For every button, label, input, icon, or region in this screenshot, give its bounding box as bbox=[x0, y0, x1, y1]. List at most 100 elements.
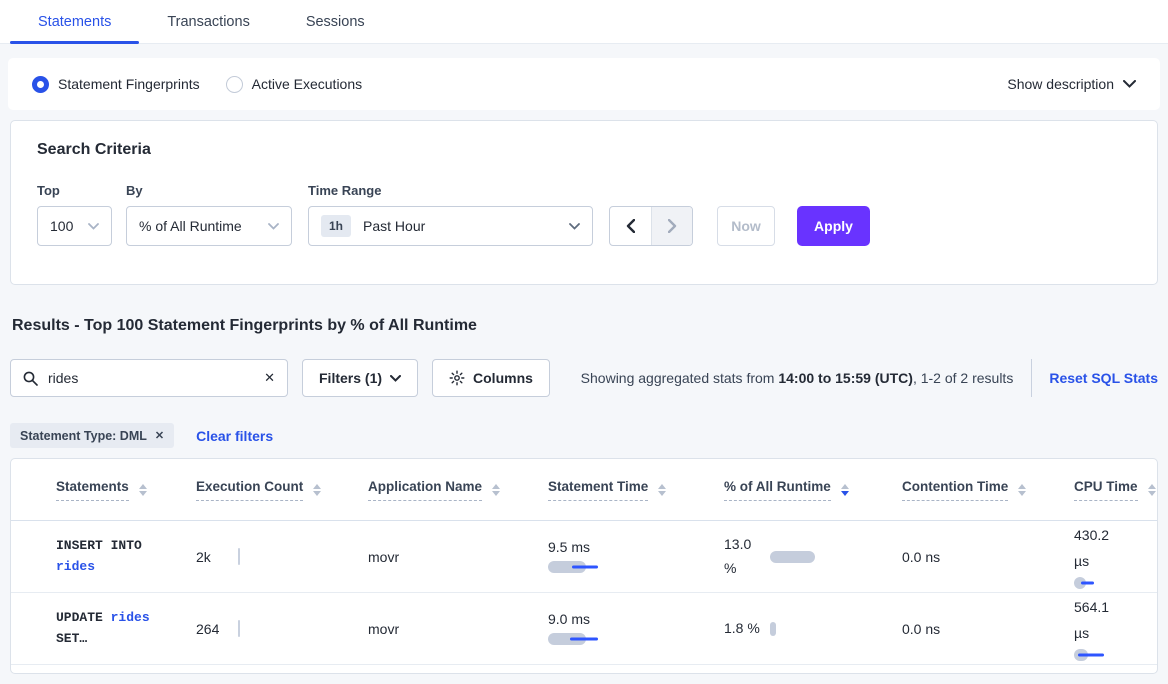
time-range-label: Time Range bbox=[308, 183, 593, 198]
statements-table: Statements Execution Count Application N… bbox=[10, 458, 1158, 674]
aggregated-stats-note: Showing aggregated stats from 14:00 to 1… bbox=[581, 359, 1014, 397]
statement-link[interactable]: rides bbox=[111, 610, 150, 625]
top-select[interactable]: 100 bbox=[37, 206, 112, 246]
chevron-down-icon bbox=[569, 223, 580, 230]
application-name-cell: movr bbox=[368, 549, 548, 565]
column-header-application-name[interactable]: Application Name bbox=[368, 479, 548, 501]
sort-icon[interactable] bbox=[1018, 484, 1026, 496]
time-range-value: Past Hour bbox=[363, 218, 425, 234]
top-select-value: 100 bbox=[50, 218, 73, 234]
by-select-value: % of All Runtime bbox=[139, 218, 242, 234]
cpu-time-bar bbox=[1074, 576, 1118, 590]
chevron-down-icon bbox=[268, 223, 279, 230]
column-header-execution-count[interactable]: Execution Count bbox=[196, 479, 368, 501]
tab-statements[interactable]: Statements bbox=[10, 0, 139, 43]
table-row: INSERT INTO rides 2k movr 9.5 ms 13.0 % bbox=[11, 521, 1157, 593]
pct-runtime-bar bbox=[770, 550, 820, 564]
filters-label: Filters (1) bbox=[319, 370, 382, 386]
time-window-stepper bbox=[609, 206, 693, 246]
filter-chip-statement-type[interactable]: Statement Type: DML ✕ bbox=[10, 423, 174, 448]
statement-time-cell: 9.0 ms bbox=[548, 611, 724, 646]
radio-statement-fingerprints[interactable]: Statement Fingerprints bbox=[32, 76, 200, 93]
cpu-time-bar bbox=[1074, 648, 1118, 662]
column-header-statement-time[interactable]: Statement Time bbox=[548, 479, 724, 501]
previous-time-window-button[interactable] bbox=[610, 207, 651, 245]
statement-search-box[interactable]: ✕ bbox=[10, 359, 288, 397]
radio-unselected-icon bbox=[226, 76, 243, 93]
column-header-statements[interactable]: Statements bbox=[56, 479, 196, 501]
column-header-contention-time[interactable]: Contention Time bbox=[902, 479, 1074, 501]
show-description-toggle[interactable]: Show description bbox=[1007, 76, 1136, 92]
sql-activity-tabbar: Statements Transactions Sessions bbox=[0, 0, 1168, 44]
radio-active-executions[interactable]: Active Executions bbox=[226, 76, 363, 93]
application-name-cell: movr bbox=[368, 621, 548, 637]
filter-chip-label: Statement Type: DML bbox=[20, 429, 147, 443]
top-label: Top bbox=[37, 183, 112, 198]
apply-button[interactable]: Apply bbox=[797, 206, 870, 246]
chevron-down-icon bbox=[1123, 80, 1136, 88]
top-field: Top 100 bbox=[37, 183, 112, 246]
results-heading: Results - Top 100 Statement Fingerprints… bbox=[12, 317, 1168, 335]
radio-label: Statement Fingerprints bbox=[58, 76, 200, 92]
execution-count-cell: 264 bbox=[196, 621, 368, 637]
sort-icon[interactable] bbox=[139, 484, 147, 496]
statements-page: Statements Transactions Sessions Stateme… bbox=[0, 0, 1168, 684]
by-select[interactable]: % of All Runtime bbox=[126, 206, 292, 246]
chevron-down-icon bbox=[88, 223, 99, 230]
clear-search-icon[interactable]: ✕ bbox=[264, 370, 275, 386]
statement-fingerprint-cell: INSERT INTO rides bbox=[56, 536, 196, 576]
column-header-cpu-time[interactable]: CPU Time bbox=[1074, 479, 1157, 501]
cpu-time-cell: 564.1 µs bbox=[1074, 595, 1157, 663]
sort-icon-active-desc[interactable] bbox=[841, 484, 849, 496]
statement-link[interactable]: rides bbox=[56, 559, 95, 574]
clear-filters-link[interactable]: Clear filters bbox=[196, 428, 273, 444]
by-field: By % of All Runtime bbox=[112, 183, 292, 246]
columns-label: Columns bbox=[473, 370, 533, 386]
columns-button[interactable]: Columns bbox=[432, 359, 550, 397]
by-label: By bbox=[126, 183, 292, 198]
pct-runtime-bar bbox=[770, 622, 782, 636]
statement-fingerprint-cell: UPDATE rides SET… bbox=[56, 608, 196, 648]
table-header-row: Statements Execution Count Application N… bbox=[11, 459, 1157, 521]
search-criteria-panel: Search Criteria Top 100 By % of All Runt… bbox=[10, 120, 1158, 285]
time-range-select[interactable]: 1h Past Hour bbox=[308, 206, 593, 246]
tab-sessions[interactable]: Sessions bbox=[278, 0, 393, 43]
execution-count-bar bbox=[238, 620, 240, 637]
gear-icon bbox=[449, 370, 465, 386]
pct-runtime-cell: 13.0 % bbox=[724, 533, 902, 579]
chevron-down-icon bbox=[390, 375, 401, 382]
table-row: UPDATE rides SET… 264 movr 9.0 ms 1.8 % bbox=[11, 593, 1157, 665]
time-range-field: Time Range 1h Past Hour bbox=[292, 183, 593, 246]
now-button[interactable]: Now bbox=[717, 206, 775, 246]
chip-close-icon[interactable]: ✕ bbox=[155, 429, 164, 442]
sort-icon[interactable] bbox=[1148, 484, 1156, 496]
contention-time-cell: 0.0 ns bbox=[902, 549, 1074, 565]
filters-button[interactable]: Filters (1) bbox=[302, 359, 418, 397]
active-filters-row: Statement Type: DML ✕ Clear filters bbox=[10, 423, 1158, 448]
reset-sql-stats-link[interactable]: Reset SQL Stats bbox=[1031, 359, 1158, 397]
radio-label: Active Executions bbox=[252, 76, 363, 92]
chevron-right-icon bbox=[668, 219, 677, 233]
next-time-window-button[interactable] bbox=[651, 207, 692, 245]
search-icon bbox=[23, 371, 38, 386]
statement-time-bar bbox=[548, 632, 618, 646]
chevron-left-icon bbox=[626, 219, 635, 233]
pct-runtime-cell: 1.8 % bbox=[724, 617, 902, 640]
sort-icon[interactable] bbox=[313, 484, 321, 496]
execution-count-bar bbox=[238, 548, 240, 565]
tab-transactions[interactable]: Transactions bbox=[139, 0, 277, 43]
time-range-badge: 1h bbox=[321, 215, 351, 237]
search-input[interactable] bbox=[48, 370, 264, 386]
stats-time-range: 14:00 to 15:59 (UTC) bbox=[778, 370, 913, 386]
cpu-time-cell: 430.2 µs bbox=[1074, 523, 1157, 591]
contention-time-cell: 0.0 ns bbox=[902, 621, 1074, 637]
view-mode-bar: Statement Fingerprints Active Executions… bbox=[8, 58, 1160, 110]
statement-time-cell: 9.5 ms bbox=[548, 539, 724, 574]
show-description-label: Show description bbox=[1007, 76, 1114, 92]
statement-time-bar bbox=[548, 560, 618, 574]
column-header-pct-runtime[interactable]: % of All Runtime bbox=[724, 479, 902, 501]
radio-selected-icon bbox=[32, 76, 49, 93]
results-toolbar: ✕ Filters (1) Columns Showing aggregated… bbox=[10, 359, 1158, 397]
sort-icon[interactable] bbox=[492, 484, 500, 496]
sort-icon[interactable] bbox=[658, 484, 666, 496]
